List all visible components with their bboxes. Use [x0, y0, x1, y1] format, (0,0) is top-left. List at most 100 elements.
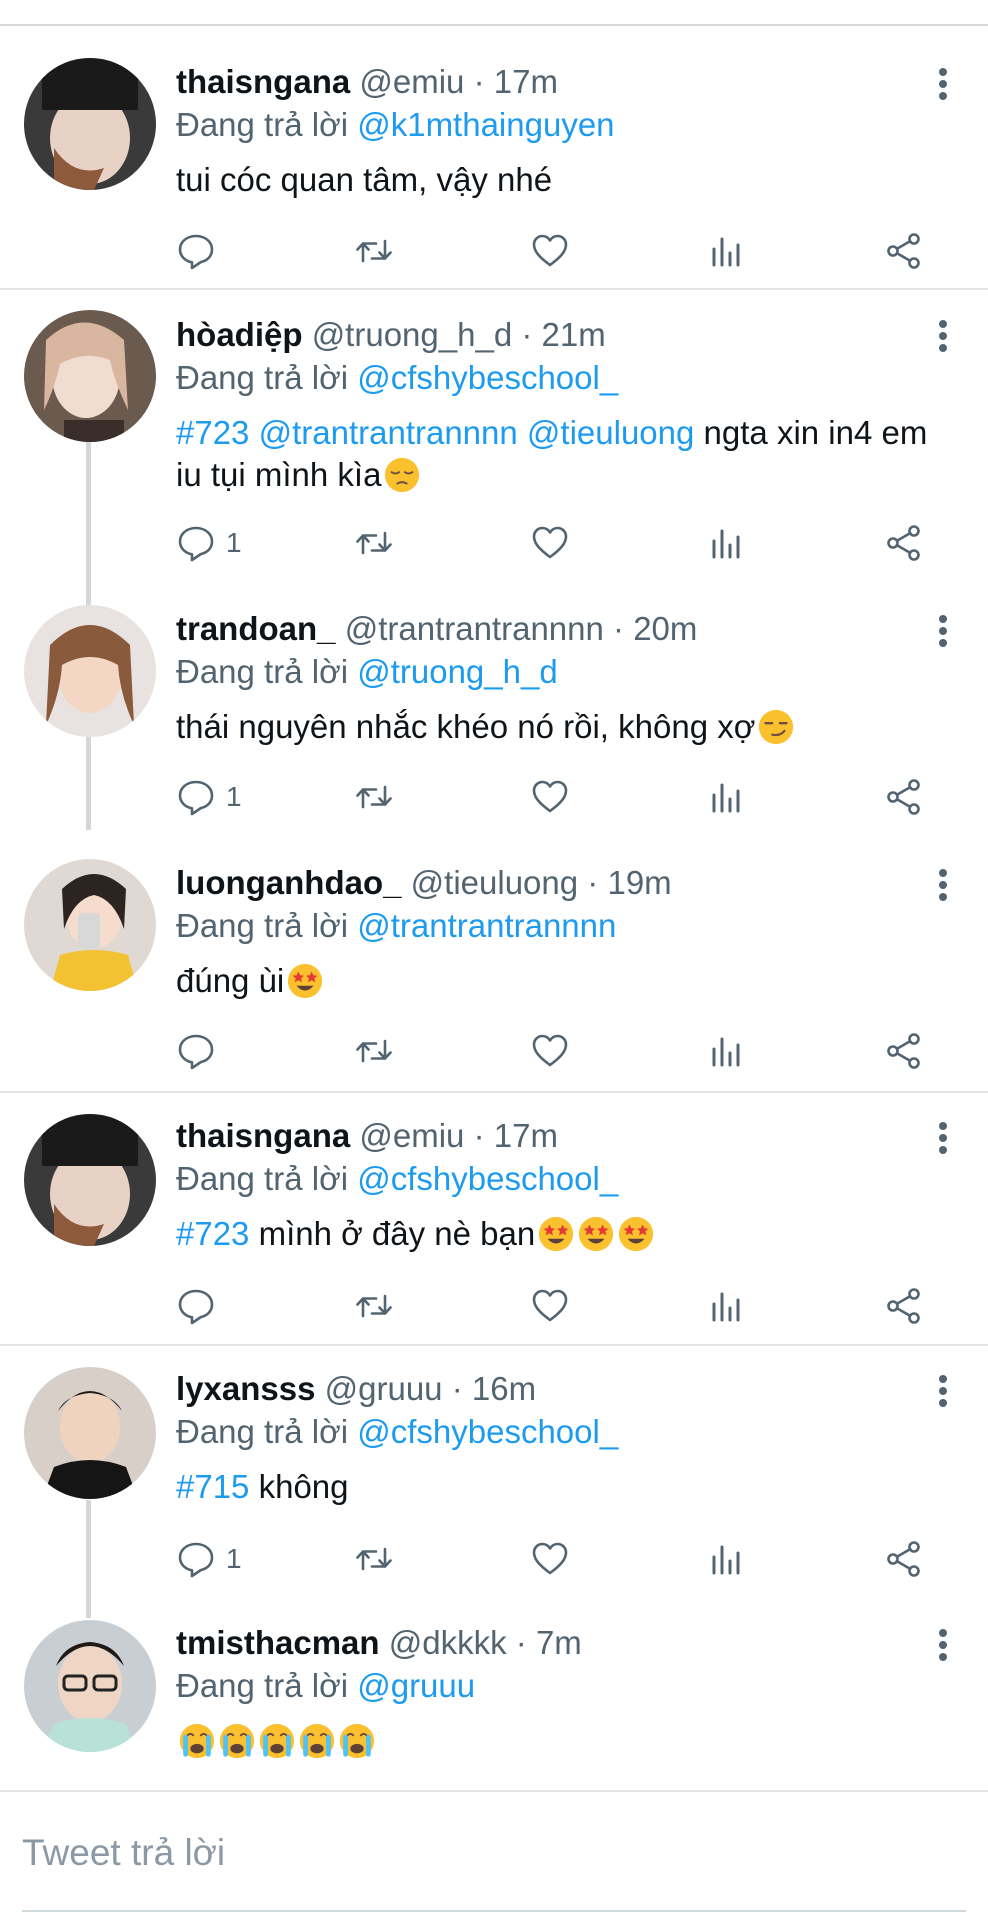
stats-button[interactable] — [706, 1537, 746, 1581]
timestamp[interactable]: 17m — [494, 63, 558, 100]
hashtag-link[interactable]: #723 — [176, 1215, 249, 1252]
avatar[interactable] — [24, 1620, 156, 1752]
like-icon — [530, 1031, 570, 1071]
avatar[interactable] — [24, 310, 156, 442]
retweet-button[interactable] — [352, 229, 396, 273]
timestamp[interactable]: 17m — [494, 1117, 558, 1154]
like-icon — [530, 231, 570, 271]
mention-link[interactable]: @cfshybeschool_ — [357, 359, 618, 396]
avatar[interactable] — [24, 1114, 156, 1246]
like-button[interactable] — [530, 1284, 570, 1328]
avatar[interactable] — [24, 1367, 156, 1499]
hashtag-link[interactable]: #723 — [176, 414, 249, 451]
mention-link[interactable]: @cfshybeschool_ — [357, 1160, 618, 1197]
like-button[interactable] — [530, 1537, 570, 1581]
mention-link[interactable]: @truong_h_d — [357, 653, 557, 690]
share-button[interactable] — [884, 775, 924, 819]
replying-to: Đang trả lời @cfshybeschool_ — [176, 1412, 928, 1452]
reply-button[interactable]: 1 — [176, 1537, 242, 1581]
display-name[interactable]: lyxansss — [176, 1370, 315, 1407]
avatar[interactable] — [24, 859, 156, 991]
thread-line — [86, 1500, 91, 1618]
display-name[interactable]: thaisngana — [176, 1117, 350, 1154]
stats-button[interactable] — [706, 521, 746, 565]
handle[interactable]: @gruuu — [325, 1370, 443, 1407]
more-options-icon[interactable] — [934, 1625, 952, 1665]
display-name[interactable]: trandoan_ — [176, 610, 336, 647]
tweet-actions: 1 — [176, 775, 936, 819]
tweet-header: thaisngana @emiu · 17m — [176, 1117, 558, 1154]
reply-button[interactable] — [176, 1029, 216, 1073]
like-icon — [530, 777, 570, 817]
like-button[interactable] — [530, 1029, 570, 1073]
mention-link[interactable]: @k1mthainguyen — [357, 106, 614, 143]
reply-button[interactable]: 1 — [176, 521, 242, 565]
reply-button[interactable]: 1 — [176, 775, 242, 819]
loudly-crying-face-emoji — [258, 1722, 296, 1760]
retweet-button[interactable] — [352, 1284, 396, 1328]
share-button[interactable] — [884, 229, 924, 273]
stats-button[interactable] — [706, 1029, 746, 1073]
more-options-icon[interactable] — [934, 1118, 952, 1158]
replying-to-label: Đang trả lời — [176, 1160, 349, 1197]
stats-icon — [706, 777, 746, 817]
share-button[interactable] — [884, 1029, 924, 1073]
more-options-icon[interactable] — [934, 64, 952, 104]
avatar[interactable] — [24, 58, 156, 190]
stats-button[interactable] — [706, 229, 746, 273]
more-options-icon[interactable] — [934, 1371, 952, 1411]
tweet-header: lyxansss @gruuu · 16m — [176, 1370, 537, 1407]
replying-to: Đang trả lời @truong_h_d — [176, 652, 928, 692]
display-name[interactable]: thaisngana — [176, 63, 350, 100]
hashtag-link[interactable]: #715 — [176, 1468, 249, 1505]
retweet-button[interactable] — [352, 1537, 396, 1581]
retweet-button[interactable] — [352, 1029, 396, 1073]
retweet-button[interactable] — [352, 521, 396, 565]
timestamp[interactable]: 16m — [472, 1370, 536, 1407]
mention-link[interactable]: @trantrantrannnn — [259, 414, 518, 451]
mention-link[interactable]: @gruuu — [357, 1667, 475, 1704]
handle[interactable]: @truong_h_d — [312, 316, 512, 353]
text-segment: đúng ùi — [176, 962, 285, 999]
reply-input[interactable]: Tweet trả lời — [22, 1832, 225, 1874]
handle[interactable]: @tieuluong — [411, 864, 578, 901]
share-button[interactable] — [884, 1537, 924, 1581]
mention-link[interactable]: @trantrantrannnn — [357, 907, 616, 944]
stats-button[interactable] — [706, 775, 746, 819]
reply-button[interactable] — [176, 229, 216, 273]
star-struck-emoji — [537, 1215, 575, 1253]
stats-button[interactable] — [706, 1284, 746, 1328]
mention-link[interactable]: @tieuluong — [527, 414, 694, 451]
share-icon — [884, 777, 924, 817]
reply-count: 1 — [226, 781, 242, 812]
timestamp[interactable]: 19m — [607, 864, 671, 901]
handle[interactable]: @trantrantrannnn — [345, 610, 604, 647]
replying-to-label: Đang trả lời — [176, 1667, 349, 1704]
like-button[interactable] — [530, 521, 570, 565]
handle[interactable]: @dkkkk — [389, 1624, 507, 1661]
more-options-icon[interactable] — [934, 865, 952, 905]
retweet-icon — [352, 523, 396, 563]
timestamp[interactable]: 21m — [542, 316, 606, 353]
star-struck-emoji — [286, 962, 324, 1000]
avatar[interactable] — [24, 605, 156, 737]
handle[interactable]: @emiu — [359, 63, 464, 100]
like-button[interactable] — [530, 775, 570, 819]
retweet-button[interactable] — [352, 775, 396, 819]
timestamp[interactable]: 7m — [536, 1624, 582, 1661]
more-options-icon[interactable] — [934, 316, 952, 356]
loudly-crying-face-emoji — [338, 1722, 376, 1760]
like-button[interactable] — [530, 229, 570, 273]
display-name[interactable]: luonganhdao_ — [176, 864, 402, 901]
handle[interactable]: @emiu — [359, 1117, 464, 1154]
more-options-icon[interactable] — [934, 611, 952, 651]
reply-button[interactable] — [176, 1284, 216, 1328]
mention-link[interactable]: @cfshybeschool_ — [357, 1413, 618, 1450]
display-name[interactable]: hòadiệp — [176, 316, 303, 353]
share-button[interactable] — [884, 521, 924, 565]
share-button[interactable] — [884, 1284, 924, 1328]
reply-composer: Tweet trả lời — [0, 1790, 988, 1922]
display-name[interactable]: tmisthacman — [176, 1624, 380, 1661]
timestamp[interactable]: 20m — [633, 610, 697, 647]
replying-to: Đang trả lời @gruuu — [176, 1666, 928, 1706]
